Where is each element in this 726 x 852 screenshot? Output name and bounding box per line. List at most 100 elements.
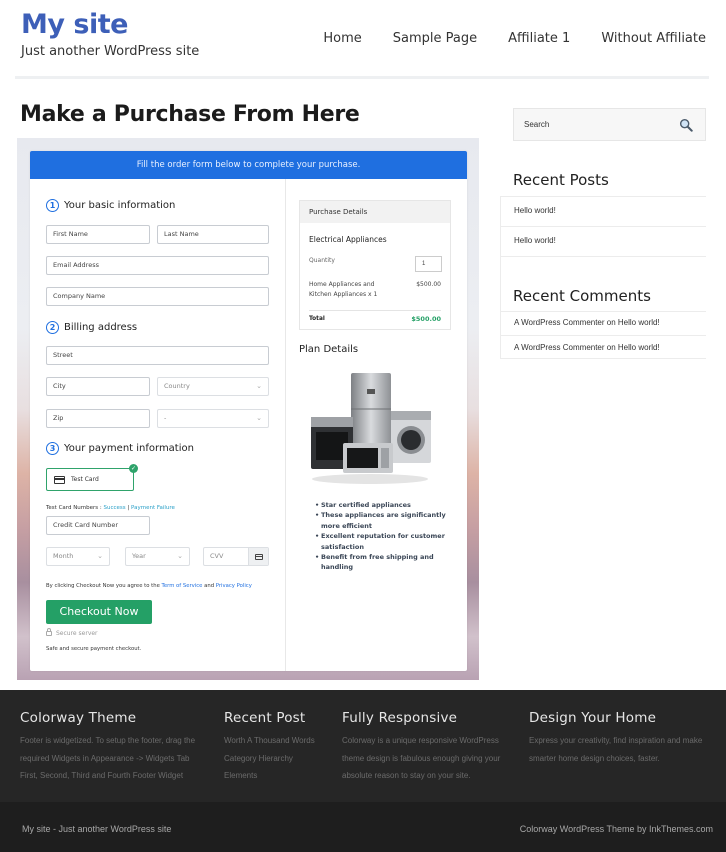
plan-features-list: Star certified appliances These applianc… xyxy=(315,500,450,573)
footer-col-colorway: Colorway Theme Footer is widgetized. To … xyxy=(20,710,195,785)
check-icon: ✓ xyxy=(129,464,138,473)
sidebar-divider xyxy=(500,196,501,358)
zip-field[interactable]: Zip xyxy=(46,409,150,428)
nav-without-affiliate[interactable]: Without Affiliate xyxy=(601,31,706,46)
year-select[interactable]: Year ⌄ xyxy=(125,547,190,566)
test-failure-link[interactable]: Payment Failure xyxy=(131,505,175,511)
widget-divider xyxy=(500,335,706,336)
plan-feature: Benefit from free shipping and handling xyxy=(315,552,450,573)
payment-method-label: Test Card xyxy=(71,476,99,483)
purchase-divider xyxy=(309,310,441,311)
recent-post-link[interactable]: Hello world! xyxy=(514,206,556,215)
cvv-field[interactable]: CVV xyxy=(203,547,269,566)
footer-copyright: My site - Just another WordPress site xyxy=(22,824,172,834)
footer-text: Footer is widgetized. To setup the foote… xyxy=(20,736,196,745)
widget-divider xyxy=(500,358,706,359)
footer-col-title: Colorway Theme xyxy=(20,710,137,726)
checkout-now-button[interactable]: Checkout Now xyxy=(46,600,152,624)
footer-col-design: Design Your Home Express your creativity… xyxy=(529,710,702,767)
first-name-field[interactable]: First Name xyxy=(46,225,150,244)
search-input[interactable] xyxy=(524,120,664,129)
terms-link[interactable]: Term of Service xyxy=(162,583,203,589)
quantity-input[interactable]: 1 xyxy=(415,256,442,272)
footer-col-responsive: Fully Responsive Colorway is a unique re… xyxy=(342,710,500,785)
cvv-placeholder: CVV xyxy=(210,552,224,560)
state-select[interactable]: - ⌄ xyxy=(157,409,269,428)
privacy-link[interactable]: Privacy Policy xyxy=(216,583,252,589)
section-basic-title: Your basic information xyxy=(64,200,176,211)
footer-post-link[interactable]: Elements xyxy=(224,767,315,785)
footer-post-link[interactable]: Worth A Thousand Words xyxy=(224,732,315,750)
chevron-down-icon: ⌄ xyxy=(256,414,262,422)
recent-comment-link[interactable]: A WordPress Commenter on Hello world! xyxy=(514,318,660,327)
site-header: My site Just another WordPress site Home… xyxy=(0,0,726,90)
agreement-prefix: By clicking Checkout Now you agree to th… xyxy=(46,583,162,589)
widget-divider xyxy=(500,226,706,227)
footer-text: First, Second, Third and Fourth Footer W… xyxy=(20,771,184,780)
search-widget xyxy=(513,108,706,141)
payment-method-test-card[interactable]: Test Card ✓ xyxy=(46,464,138,491)
company-field[interactable]: Company Name xyxy=(46,287,269,306)
widget-divider xyxy=(500,311,706,312)
footer-post-link[interactable]: Category Hierarchy xyxy=(224,750,315,768)
agreement-and: and xyxy=(202,583,216,589)
purchase-details-box: Purchase Details Electrical Appliances Q… xyxy=(299,200,451,330)
site-title[interactable]: My site xyxy=(21,9,128,40)
footer-col-recent-post: Recent Post Worth A Thousand Words Categ… xyxy=(224,710,315,785)
recent-posts-title: Recent Posts xyxy=(513,171,609,189)
step-3-icon: 3 xyxy=(46,442,59,455)
email-field[interactable]: Email Address xyxy=(46,256,269,275)
credit-card-icon xyxy=(254,553,263,560)
cvv-card-button xyxy=(248,548,268,565)
page-title: Make a Purchase From Here xyxy=(20,102,360,127)
section-payment-title: Your payment information xyxy=(64,443,194,454)
footer-text: Express your creativity, find inspiratio… xyxy=(529,736,703,745)
chevron-down-icon: ⌄ xyxy=(97,552,103,560)
plan-details-title: Plan Details xyxy=(299,344,359,355)
nav-home[interactable]: Home xyxy=(323,31,361,46)
recent-comment-link[interactable]: A WordPress Commenter on Hello world! xyxy=(514,343,660,352)
item-line-1: Home Appliances and xyxy=(309,281,375,288)
footer-text: Colorway is a unique responsive WordPres… xyxy=(342,736,499,745)
nav-affiliate-1[interactable]: Affiliate 1 xyxy=(508,31,570,46)
test-success-link[interactable]: Success xyxy=(104,505,126,511)
country-select[interactable]: Country ⌄ xyxy=(157,377,269,396)
agreement-text: By clicking Checkout Now you agree to th… xyxy=(46,583,252,589)
footer-bottom-bar: My site - Just another WordPress site Co… xyxy=(0,802,726,852)
state-select-value: - xyxy=(164,414,167,422)
section-basic-info: 1 Your basic information xyxy=(46,199,175,212)
recent-comments-title: Recent Comments xyxy=(513,287,651,305)
test-card-numbers: Test Card Numbers : Success | Payment Fa… xyxy=(46,505,175,511)
card-number-field[interactable]: Credit Card Number xyxy=(46,516,150,535)
test-card-label: Test Card Numbers : xyxy=(46,505,104,511)
footer-text: smarter home design choices, faster. xyxy=(529,753,660,763)
footer-col-title: Fully Responsive xyxy=(342,710,458,726)
nav-sample-page[interactable]: Sample Page xyxy=(393,31,477,46)
recent-post-link[interactable]: Hello world! xyxy=(514,236,556,245)
footer-col-title: Recent Post xyxy=(224,710,306,726)
city-field[interactable]: City xyxy=(46,377,150,396)
last-name-field[interactable]: Last Name xyxy=(157,225,269,244)
footer-text: absolute reason to stay on your site. xyxy=(342,771,471,780)
column-divider xyxy=(285,179,286,671)
widget-divider xyxy=(500,256,706,257)
year-select-value: Year xyxy=(132,552,146,560)
secure-note: Safe and secure payment checkout. xyxy=(46,646,142,652)
month-select[interactable]: Month ⌄ xyxy=(46,547,110,566)
chevron-down-icon: ⌄ xyxy=(256,382,262,390)
quantity-label: Quantity xyxy=(309,257,335,264)
footer-widgets: Colorway Theme Footer is widgetized. To … xyxy=(0,690,726,802)
header-divider xyxy=(15,76,709,79)
checkout-banner: Fill the order form below to complete yo… xyxy=(30,151,467,179)
footer-text: theme design is fabulous enough giving y… xyxy=(342,753,501,763)
footer-col-title: Design Your Home xyxy=(529,710,657,726)
footer-theme-credit[interactable]: Colorway WordPress Theme by InkThemes.co… xyxy=(520,824,713,834)
step-1-icon: 1 xyxy=(46,199,59,212)
main-nav: Home Sample Page Affiliate 1 Without Aff… xyxy=(292,31,706,46)
chevron-down-icon: ⌄ xyxy=(177,552,183,560)
step-2-icon: 2 xyxy=(46,321,59,334)
plan-feature: Star certified appliances xyxy=(315,500,450,511)
street-field[interactable]: Street xyxy=(46,346,269,365)
search-icon[interactable] xyxy=(679,118,693,132)
section-payment: 3 Your payment information xyxy=(46,442,194,455)
